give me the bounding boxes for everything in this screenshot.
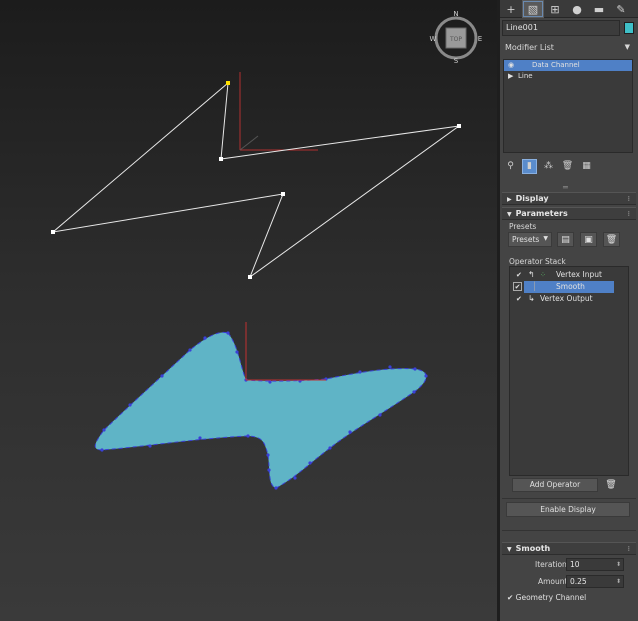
spline-wireframe[interactable]: [51, 81, 461, 279]
grip-icon: ⁞: [627, 195, 630, 203]
object-name-row: Line001: [502, 20, 636, 37]
motion-tab-icon[interactable]: ●: [566, 0, 588, 18]
vertex-output-icon: ↳: [528, 294, 535, 303]
pivot-gizmo-upper: [239, 72, 318, 151]
spline-vertex[interactable]: [281, 192, 285, 196]
command-panel-tabs: + ▧ ⊞ ● ▬ ✎: [500, 0, 638, 18]
geometry-channel-label: Geometry Channel: [515, 593, 587, 602]
compass-west-label: W: [430, 35, 437, 43]
modifier-list-label: Modifier List: [505, 43, 554, 52]
modifier-stack-item-label: Line: [518, 72, 533, 80]
utilities-tab-icon[interactable]: ✎: [610, 0, 632, 18]
eye-icon[interactable]: ◉: [508, 60, 514, 71]
iteration-label: Iteration: [535, 560, 567, 569]
chevron-down-icon: ▼: [507, 546, 512, 553]
smoothed-shape[interactable]: [94, 322, 428, 490]
viewcube-face-label: TOP: [449, 36, 462, 43]
operator-smooth[interactable]: ✔ │ Smooth: [510, 281, 628, 293]
load-preset-folder-icon[interactable]: ▤: [557, 232, 574, 247]
compass-east-label: E: [478, 35, 482, 43]
grip-icon: ⁞: [627, 545, 630, 553]
vertex-input-icon: ↰: [528, 270, 535, 279]
divider: [502, 498, 636, 499]
amount-value: 0.25: [570, 577, 587, 586]
spline-first-vertex[interactable]: [226, 81, 230, 85]
add-operator-button[interactable]: Add Operator: [512, 478, 598, 492]
command-panel: + ▧ ⊞ ● ▬ ✎ Line001 Modifier List ▼ ◉ Da…: [500, 0, 638, 621]
compass-south-label: S: [454, 57, 459, 65]
spinner-arrows-icon[interactable]: ⬍: [616, 559, 621, 570]
perspective-viewport[interactable]: TOP N S E W: [0, 0, 497, 621]
display-tab-icon[interactable]: ▬: [588, 0, 610, 18]
delete-operator-icon[interactable]: 🗑: [604, 478, 618, 492]
iteration-value: 10: [570, 560, 580, 569]
modifier-stack-toolbar: ⚲ ▮ ⁂ 🗑 ▦: [503, 158, 635, 174]
rollout-smooth-title: Smooth: [515, 544, 551, 553]
modifier-stack-item-label: Data Channel: [532, 61, 580, 69]
configure-sets-icon[interactable]: ▦: [579, 159, 594, 174]
operator-vertex-input[interactable]: ✔ ↰ Vertex Input ⁘: [510, 269, 628, 281]
chevron-down-icon: ▼: [507, 211, 512, 218]
modifier-stack-item-line[interactable]: ▶ Line: [504, 71, 632, 82]
operator-stack-list: ✔ ↰ Vertex Input ⁘ ✔ │ Smooth ✔ ↳ Vertex…: [509, 266, 629, 476]
presets-label: Presets: [509, 222, 537, 231]
spline-vertex[interactable]: [219, 157, 223, 161]
object-name-field[interactable]: Line001: [502, 20, 620, 36]
grip-icon: ⁞: [627, 210, 630, 218]
operator-separator-icon: │: [532, 282, 537, 291]
operator-label: Vertex Input: [556, 270, 602, 279]
channel-dots-icon: ⁘: [540, 271, 546, 279]
divider: [502, 530, 636, 531]
checkmark-icon[interactable]: ✔: [516, 293, 522, 305]
chevron-right-icon: ▶: [507, 196, 512, 203]
make-unique-icon[interactable]: ⁂: [541, 159, 556, 174]
checkbox-icon[interactable]: ✔: [513, 282, 522, 291]
chevron-down-icon: ▼: [543, 235, 548, 242]
enable-display-button[interactable]: Enable Display: [506, 502, 630, 517]
pin-stack-icon[interactable]: ⚲: [503, 159, 518, 174]
checkmark-icon: ✔: [507, 593, 516, 602]
object-color-swatch[interactable]: [624, 22, 634, 34]
geometry-channel-checkbox[interactable]: ✔ Geometry Channel: [507, 593, 586, 602]
resize-grip[interactable]: ═: [563, 183, 568, 192]
compass-north-label: N: [453, 10, 458, 18]
amount-label: Amount: [538, 577, 568, 586]
viewport-canvas: TOP N S E W: [51, 10, 483, 490]
hierarchy-tab-icon[interactable]: ⊞: [544, 0, 566, 18]
viewcube[interactable]: TOP N S E W: [430, 10, 483, 65]
iteration-spinner[interactable]: 10 ⬍: [566, 558, 624, 571]
presets-dropdown-label: Presets: [512, 235, 540, 244]
rollout-display[interactable]: ▶ Display ⁞: [502, 192, 636, 205]
create-tab-plus-icon[interactable]: +: [500, 0, 522, 18]
spline-vertex[interactable]: [457, 124, 461, 128]
spline-vertex[interactable]: [51, 230, 55, 234]
operator-vertex-output[interactable]: ✔ ↳ Vertex Output: [510, 293, 628, 305]
modifier-stack-item-data-channel[interactable]: ◉ Data Channel: [504, 60, 632, 71]
spline-vertex[interactable]: [248, 275, 252, 279]
operator-stack-label: Operator Stack: [509, 257, 566, 266]
chevron-down-icon: ▼: [624, 43, 630, 51]
rollout-parameters-title: Parameters: [515, 209, 568, 218]
operator-label: Vertex Output: [540, 294, 593, 303]
modifier-list-dropdown[interactable]: Modifier List ▼: [502, 41, 636, 56]
rollout-parameters[interactable]: ▼ Parameters ⁞: [502, 207, 636, 220]
modifier-stack: ◉ Data Channel ▶ Line: [503, 59, 633, 153]
presets-dropdown[interactable]: Presets ▼: [508, 232, 552, 247]
checkmark-icon[interactable]: ✔: [516, 269, 522, 281]
expand-triangle-icon[interactable]: ▶: [508, 71, 513, 82]
modify-tab-icon[interactable]: ▧: [522, 0, 544, 18]
save-preset-icon[interactable]: ▣: [580, 232, 597, 247]
show-end-result-icon[interactable]: ▮: [522, 158, 537, 174]
amount-spinner[interactable]: 0.25 ⬍: [566, 575, 624, 588]
spinner-arrows-icon[interactable]: ⬍: [616, 576, 621, 587]
delete-preset-icon[interactable]: 🗑: [603, 232, 620, 247]
rollout-display-title: Display: [515, 194, 549, 203]
rollout-smooth[interactable]: ▼ Smooth ⁞: [502, 542, 636, 555]
remove-modifier-icon[interactable]: 🗑: [560, 159, 575, 174]
operator-label: Smooth: [556, 282, 585, 291]
